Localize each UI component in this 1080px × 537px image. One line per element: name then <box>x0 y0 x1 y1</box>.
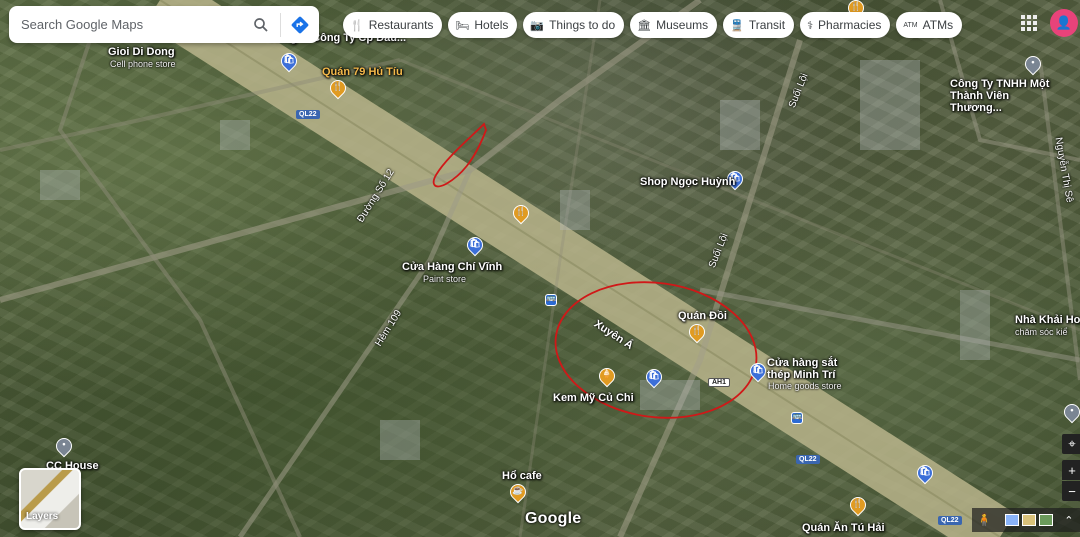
train-icon: 🚆 <box>730 19 744 32</box>
chip-label: Things to do <box>549 18 616 32</box>
street-view-thumb-icon[interactable] <box>1005 514 1020 526</box>
chip-label: Hotels <box>474 18 509 32</box>
place-category: Home goods store <box>768 381 842 391</box>
place-label[interactable]: Cửa Hàng Chí Vĩnh <box>402 261 502 273</box>
shopping-bag-pin-icon[interactable]: 🛍 <box>642 365 666 389</box>
bottom-controls: 🧍 ⌃ <box>972 508 1080 532</box>
place-label[interactable]: Shop Ngọc Huỳnh <box>640 176 735 188</box>
atm-icon: ATM <box>903 21 918 29</box>
place-pin-icon[interactable]: • <box>1060 400 1080 424</box>
bed-icon: 🛏 <box>455 19 470 32</box>
chip-label: ATMs <box>922 18 954 32</box>
chip-label: Transit <box>748 18 786 32</box>
road-layer <box>0 0 1080 537</box>
place-label[interactable]: Quán Đồi <box>678 310 727 322</box>
ice-cream-pin-icon[interactable]: 🍦 <box>595 364 619 388</box>
chip-atms[interactable]: ATM ATMs <box>896 12 963 38</box>
satellite-map[interactable]: 🍴 🍴 🍴 🍦 ☕ 🍴 🍴 🛍 🛍 🛍 🛍 🛍 🛍 • • • 🚌 🚌 Quán… <box>0 0 1080 537</box>
chip-museums[interactable]: 🏛 Museums <box>630 12 718 38</box>
satellite-thumb-icon[interactable] <box>1039 514 1054 526</box>
bus-stop-icon[interactable]: 🚌 <box>545 293 557 306</box>
restaurant-pin-icon[interactable]: 🍴 <box>509 201 533 225</box>
cafe-pin-icon[interactable]: ☕ <box>506 480 530 504</box>
pegman-icon[interactable]: 🧍 <box>976 512 992 528</box>
directions-icon[interactable] <box>285 10 315 40</box>
shopping-bag-pin-icon[interactable]: 🛍 <box>277 49 301 73</box>
search-box[interactable] <box>9 6 319 43</box>
place-category: Cell phone store <box>110 59 176 69</box>
place-label[interactable]: Nhà Khải Hoa <box>1015 314 1080 326</box>
place-label[interactable]: Quán Ăn Tú Hải <box>802 522 885 534</box>
google-logo: Google <box>525 510 582 527</box>
layers-label: Layers <box>26 511 59 522</box>
place-label[interactable]: Hổ cafe <box>502 470 542 482</box>
terrain-thumb-icon[interactable] <box>1022 514 1037 526</box>
expand-chevron-icon[interactable]: ⌃ <box>1064 514 1073 527</box>
chip-label: Restaurants <box>368 18 434 32</box>
shopping-bag-pin-icon[interactable]: 🛍 <box>746 359 770 383</box>
place-label[interactable]: Công Ty TNHH Một Thành Viên Thương... <box>950 78 1060 114</box>
restaurant-pin-icon[interactable]: 🍴 <box>326 76 350 100</box>
place-label[interactable]: Quán 79 Hủ Tíu <box>322 66 403 78</box>
chip-pharmacies[interactable]: ⚕ Pharmacies <box>800 12 891 38</box>
profile-avatar[interactable]: 👤 <box>1050 9 1078 37</box>
chip-transit[interactable]: 🚆 Transit <box>723 12 795 38</box>
pharmacy-icon: ⚕ <box>807 19 814 32</box>
chip-hotels[interactable]: 🛏 Hotels <box>448 12 518 38</box>
restaurant-pin-icon[interactable]: 🍴 <box>685 320 709 344</box>
place-category: chăm sóc kiể <box>1015 327 1068 337</box>
chip-restaurants[interactable]: 🍴 Restaurants <box>343 12 443 38</box>
route-shield: QL22 <box>296 110 320 119</box>
search-icon[interactable] <box>246 10 276 40</box>
camera-icon: 📷 <box>530 19 545 32</box>
chip-label: Museums <box>656 18 709 32</box>
layers-button[interactable]: Layers <box>19 468 81 530</box>
place-pin-icon[interactable]: • <box>52 434 76 458</box>
user-icon: 👤 <box>1055 15 1073 30</box>
route-shield: QL22 <box>938 516 962 525</box>
apps-grid-icon[interactable] <box>1020 14 1038 32</box>
chip-things-to-do[interactable]: 📷 Things to do <box>523 12 625 38</box>
search-divider <box>280 12 281 37</box>
place-label[interactable]: Gioi Di Dong <box>108 46 175 58</box>
restaurant-pin-icon[interactable]: 🍴 <box>846 493 870 517</box>
place-pin-icon[interactable]: • <box>1021 52 1045 76</box>
route-shield: AH1 <box>708 378 731 387</box>
bus-stop-icon[interactable]: 🚌 <box>791 411 803 424</box>
shopping-bag-pin-icon[interactable]: 🛍 <box>913 461 937 485</box>
fork-knife-icon: 🍴 <box>350 19 364 32</box>
chip-label: Pharmacies <box>818 18 882 32</box>
museum-icon: 🏛 <box>637 19 652 32</box>
route-shield: QL22 <box>796 455 820 464</box>
place-label[interactable]: Cửa hàng sắt thép Minh Trí <box>767 357 847 381</box>
place-category: Paint store <box>423 274 467 284</box>
my-location-icon[interactable]: ⌖ <box>1062 434 1080 454</box>
zoom-in-button[interactable]: + <box>1062 460 1080 480</box>
search-input[interactable] <box>21 17 246 32</box>
shopping-bag-pin-icon[interactable]: 🛍 <box>463 233 487 257</box>
zoom-out-button[interactable]: − <box>1062 481 1080 501</box>
place-label[interactable]: Kem Mỹ Củ Chi <box>553 392 634 404</box>
category-chips: 🍴 Restaurants 🛏 Hotels 📷 Things to do 🏛 Muse… <box>343 12 963 38</box>
